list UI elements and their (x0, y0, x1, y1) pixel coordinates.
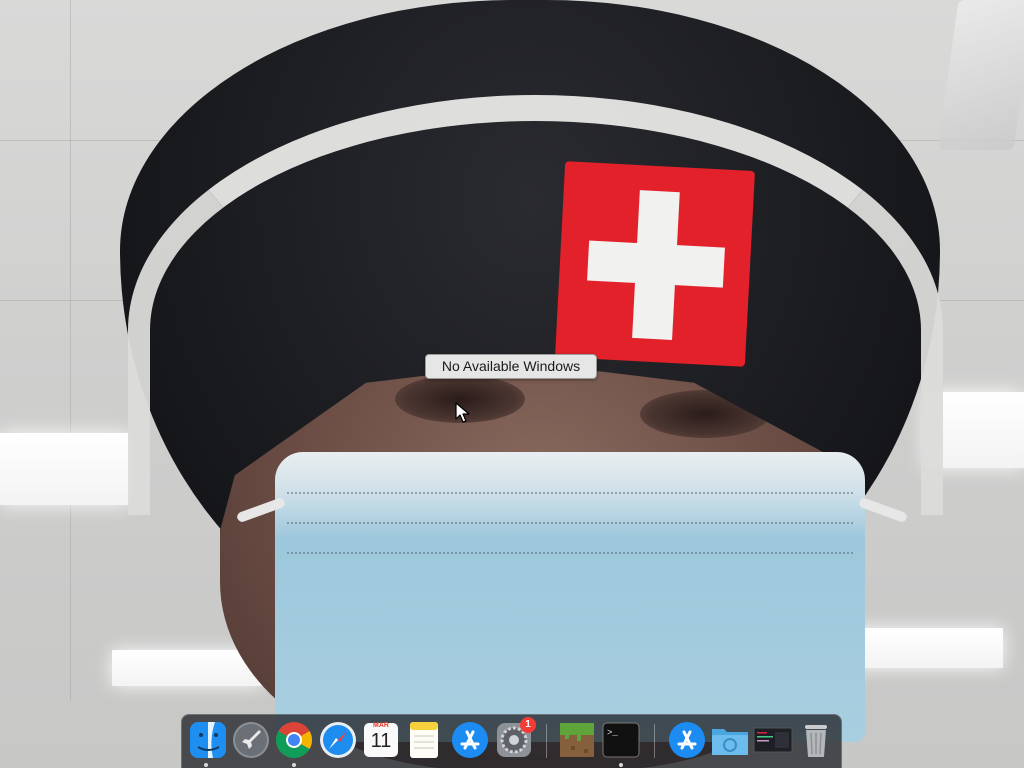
running-indicator (204, 763, 208, 767)
running-indicator (619, 763, 623, 767)
screenshot-thumbnail-icon (753, 727, 793, 753)
dock-separator (654, 724, 655, 758)
app-store-icon (669, 722, 705, 758)
dock-item-terminal[interactable]: >_ (601, 720, 641, 760)
flag-cross-horizontal (587, 240, 725, 288)
folder-icon (712, 729, 748, 755)
desktop-wallpaper (0, 0, 1024, 768)
trash-icon (805, 725, 827, 757)
dock-item-system-preferences[interactable]: 1 (494, 717, 536, 760)
dock-item-calendar[interactable]: MAR 11 (361, 720, 401, 760)
mask-pleat (287, 552, 853, 557)
mask-pleat (287, 522, 853, 527)
dock-item-finder[interactable] (188, 720, 228, 760)
ceiling-fixture (937, 0, 1024, 150)
calendar-day: 11 (370, 730, 392, 752)
ceiling-light (0, 433, 130, 505)
notification-badge: 1 (520, 717, 536, 733)
terminal-prompt: >_ (607, 728, 618, 738)
grass-block-icon (560, 723, 594, 757)
dock-item-trash[interactable] (796, 720, 836, 760)
running-indicator (292, 763, 296, 767)
dock-tooltip: No Available Windows (425, 354, 597, 379)
dock: MAR 11 1 >_ (181, 714, 842, 768)
terminal-icon: >_ (602, 722, 640, 758)
dock-item-recent-document[interactable] (753, 720, 793, 760)
calendar-month: MAR (373, 722, 389, 729)
finder-icon (190, 722, 226, 758)
dock-item-launchpad[interactable] (231, 720, 271, 760)
swiss-flag-patch (555, 161, 755, 367)
ceiling-light (845, 628, 1003, 668)
mask-pleat (287, 492, 853, 497)
dock-item-app-store[interactable] (450, 720, 490, 760)
chrome-icon (275, 722, 313, 759)
rocket-icon (233, 722, 269, 758)
app-store-icon (452, 722, 488, 758)
dock-item-minecraft[interactable] (557, 720, 597, 760)
dock-item-applications[interactable] (667, 720, 707, 760)
dock-separator (546, 724, 547, 758)
face-mask (275, 452, 865, 742)
compass-icon (320, 722, 356, 758)
dock-item-chrome[interactable] (274, 720, 314, 760)
mouse-cursor-icon (455, 402, 470, 423)
ceiling-tile-line (70, 0, 71, 700)
dock-item-notes[interactable] (404, 720, 444, 760)
dock-item-safari[interactable] (318, 720, 358, 760)
dock-item-downloads[interactable] (710, 720, 750, 760)
notes-icon (410, 722, 438, 758)
